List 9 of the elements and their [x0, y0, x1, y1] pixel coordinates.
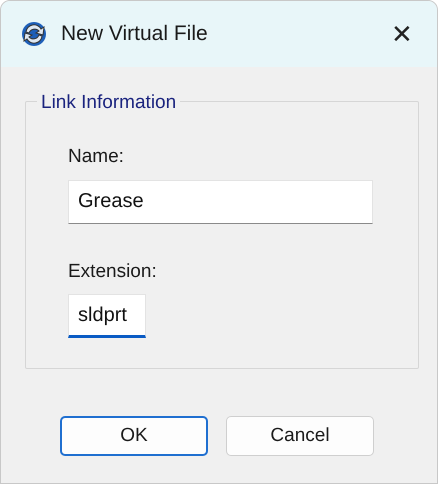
- text-field[interactable]: sldprt: [68, 294, 146, 338]
- close-button[interactable]: ✕: [385, 17, 419, 51]
- dialog-button[interactable]: OK: [60, 416, 208, 456]
- dialog-button[interactable]: Cancel: [226, 416, 374, 456]
- text-field[interactable]: Grease: [68, 180, 373, 224]
- sync-arrows-icon: [19, 19, 49, 49]
- field-label: Name:: [68, 145, 125, 169]
- window-title: New Virtual File: [61, 21, 208, 48]
- field-label: Extension:: [68, 260, 158, 284]
